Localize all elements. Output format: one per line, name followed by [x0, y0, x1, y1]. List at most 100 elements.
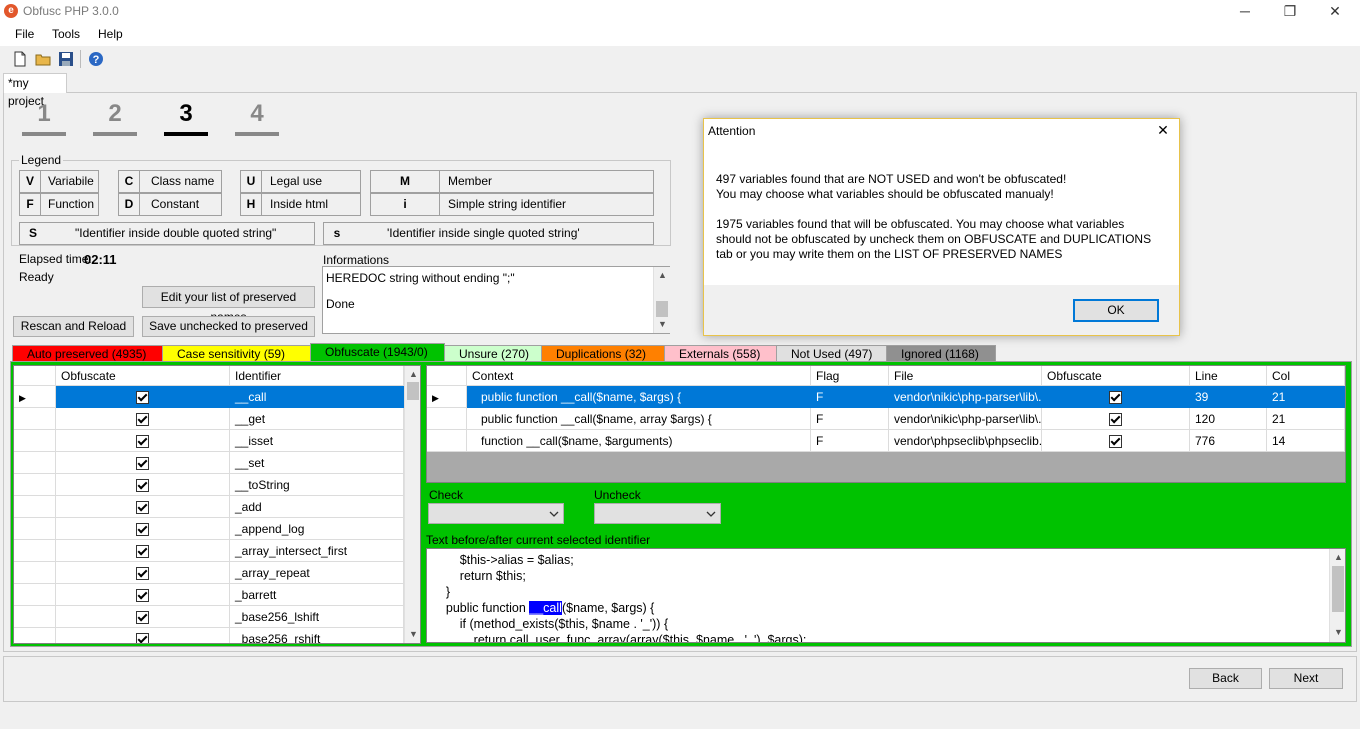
menu-tools[interactable]: Tools	[52, 27, 80, 41]
obfuscate-cell[interactable]	[56, 628, 230, 643]
obfuscate-checkbox[interactable]	[136, 567, 149, 581]
rescan-reload-button[interactable]: Rescan and Reload	[13, 316, 134, 337]
obfuscate-cell[interactable]	[1042, 430, 1190, 452]
context-row[interactable]: function __call($name, $arguments) Fvendo…	[427, 430, 1345, 452]
row-header[interactable]	[14, 540, 56, 562]
tab-unsure[interactable]: Unsure (270)	[444, 345, 542, 361]
scroll-up-icon[interactable]: ▲	[658, 270, 667, 280]
save-unchecked-button[interactable]: Save unchecked to preserved	[142, 316, 315, 337]
minimize-button[interactable]: ─	[1222, 0, 1268, 24]
tab-externals[interactable]: Externals (558)	[664, 345, 777, 361]
code-preview[interactable]: $this->alias = $alias; return $this; } p…	[426, 548, 1346, 643]
obfuscate-cell[interactable]	[1042, 386, 1190, 408]
identifier-cell[interactable]: _append_log	[230, 518, 404, 540]
help-icon[interactable]: ?	[88, 51, 104, 67]
scroll-thumb[interactable]	[656, 301, 668, 317]
obfuscate-checkbox[interactable]	[1109, 413, 1122, 427]
row-header[interactable]	[427, 430, 467, 452]
back-button[interactable]: Back	[1189, 668, 1262, 689]
row-header[interactable]	[14, 496, 56, 518]
step-3[interactable]: 3	[164, 100, 208, 128]
tab-auto-preserved[interactable]: Auto preserved (4935)	[12, 345, 164, 361]
context-row[interactable]: ▶ public function __call($name, $args) {F…	[427, 386, 1345, 408]
obfuscate-checkbox[interactable]	[136, 545, 149, 559]
obfuscate-checkbox[interactable]	[136, 523, 149, 537]
file-cell[interactable]: vendor\nikic\php-parser\lib\...	[889, 408, 1042, 430]
context-cell[interactable]: function __call($name, $arguments)	[467, 430, 811, 452]
line-cell[interactable]: 120	[1190, 408, 1267, 430]
close-window-button[interactable]: ✕	[1312, 0, 1358, 24]
col-cell[interactable]: 21	[1267, 386, 1345, 408]
obfuscate-cell[interactable]	[56, 386, 230, 408]
obfuscate-checkbox[interactable]	[1109, 391, 1122, 405]
line-cell[interactable]: 776	[1190, 430, 1267, 452]
identifier-cell[interactable]: _base256_lshift	[230, 606, 404, 628]
col-cell[interactable]: 14	[1267, 430, 1345, 452]
context-cell[interactable]: public function __call($name, $args) {	[467, 386, 811, 408]
obfuscate-checkbox[interactable]	[136, 391, 149, 405]
scroll-down-icon[interactable]: ▼	[658, 319, 667, 329]
identifier-cell[interactable]: __toString	[230, 474, 404, 496]
identifier-cell[interactable]: _barrett	[230, 584, 404, 606]
row-header[interactable]	[14, 474, 56, 496]
file-cell[interactable]: vendor\nikic\php-parser\lib\...	[889, 386, 1042, 408]
row-header[interactable]	[427, 408, 467, 430]
row-header[interactable]	[14, 628, 56, 643]
column-header-identifier[interactable]: Identifier	[230, 366, 404, 386]
obfuscate-checkbox[interactable]	[136, 633, 149, 643]
row-header[interactable]	[14, 562, 56, 584]
identifier-cell[interactable]: __isset	[230, 430, 404, 452]
open-folder-icon[interactable]	[35, 51, 51, 67]
identifier-cell[interactable]: __get	[230, 408, 404, 430]
obfuscate-cell[interactable]	[1042, 408, 1190, 430]
obfuscate-checkbox[interactable]	[136, 413, 149, 427]
next-button[interactable]: Next	[1269, 668, 1343, 689]
tab-case-sensitivity[interactable]: Case sensitivity (59)	[162, 345, 311, 361]
info-scrollbar[interactable]: ▲ ▼	[653, 267, 670, 333]
obfuscate-checkbox[interactable]	[136, 457, 149, 471]
scroll-down-icon[interactable]: ▼	[1334, 627, 1343, 637]
column-header-context[interactable]: Context	[467, 366, 811, 386]
save-icon[interactable]	[58, 51, 74, 67]
identifier-cell[interactable]: _add	[230, 496, 404, 518]
context-cell[interactable]: public function __call($name, array $arg…	[467, 408, 811, 430]
obfuscate-cell[interactable]	[56, 562, 230, 584]
obfuscate-cell[interactable]	[56, 584, 230, 606]
column-header-obfuscate[interactable]: Obfuscate	[56, 366, 230, 386]
obfuscate-cell[interactable]	[56, 518, 230, 540]
row-header[interactable]: ▶	[427, 386, 467, 408]
scroll-up-icon[interactable]: ▲	[409, 369, 418, 379]
tab-duplications[interactable]: Duplications (32)	[541, 345, 665, 361]
step-2[interactable]: 2	[93, 100, 137, 128]
scroll-thumb[interactable]	[1332, 566, 1344, 612]
informations-textbox[interactable]: HEREDOC string without ending ";" Done ▲…	[322, 266, 670, 334]
code-scrollbar[interactable]: ▲ ▼	[1329, 549, 1345, 642]
row-header[interactable]	[14, 408, 56, 430]
identifier-grid-scrollbar[interactable]: ▲ ▼	[404, 366, 420, 643]
scroll-down-icon[interactable]: ▼	[409, 629, 418, 639]
obfuscate-checkbox[interactable]	[136, 589, 149, 603]
obfuscate-cell[interactable]	[56, 540, 230, 562]
maximize-button[interactable]: ❐	[1267, 0, 1313, 24]
column-header-file[interactable]: File	[889, 366, 1042, 386]
scroll-up-icon[interactable]: ▲	[1334, 552, 1343, 562]
column-header-obfuscate[interactable]: Obfuscate	[1042, 366, 1190, 386]
obfuscate-cell[interactable]	[56, 452, 230, 474]
obfuscate-cell[interactable]	[56, 408, 230, 430]
row-header[interactable]	[14, 518, 56, 540]
identifier-cell[interactable]: _array_intersect_first	[230, 540, 404, 562]
identifier-cell[interactable]: __set	[230, 452, 404, 474]
obfuscate-cell[interactable]	[56, 474, 230, 496]
column-header-line[interactable]: Line	[1190, 366, 1267, 386]
identifier-grid[interactable]: Obfuscate Identifier ▶ __call __get __isset…	[13, 365, 421, 644]
flag-cell[interactable]: F	[811, 430, 889, 452]
flag-cell[interactable]: F	[811, 386, 889, 408]
row-header[interactable]	[14, 606, 56, 628]
row-header[interactable]: ▶	[14, 386, 56, 408]
obfuscate-cell[interactable]	[56, 496, 230, 518]
context-grid[interactable]: Context Flag File Obfuscate Line Col ▶ pu…	[426, 365, 1346, 483]
tab-not-used[interactable]: Not Used (497)	[776, 345, 887, 361]
step-1[interactable]: 1	[22, 100, 66, 128]
tab-ignored[interactable]: Ignored (1168)	[886, 345, 996, 361]
column-header-col[interactable]: Col	[1267, 366, 1345, 386]
